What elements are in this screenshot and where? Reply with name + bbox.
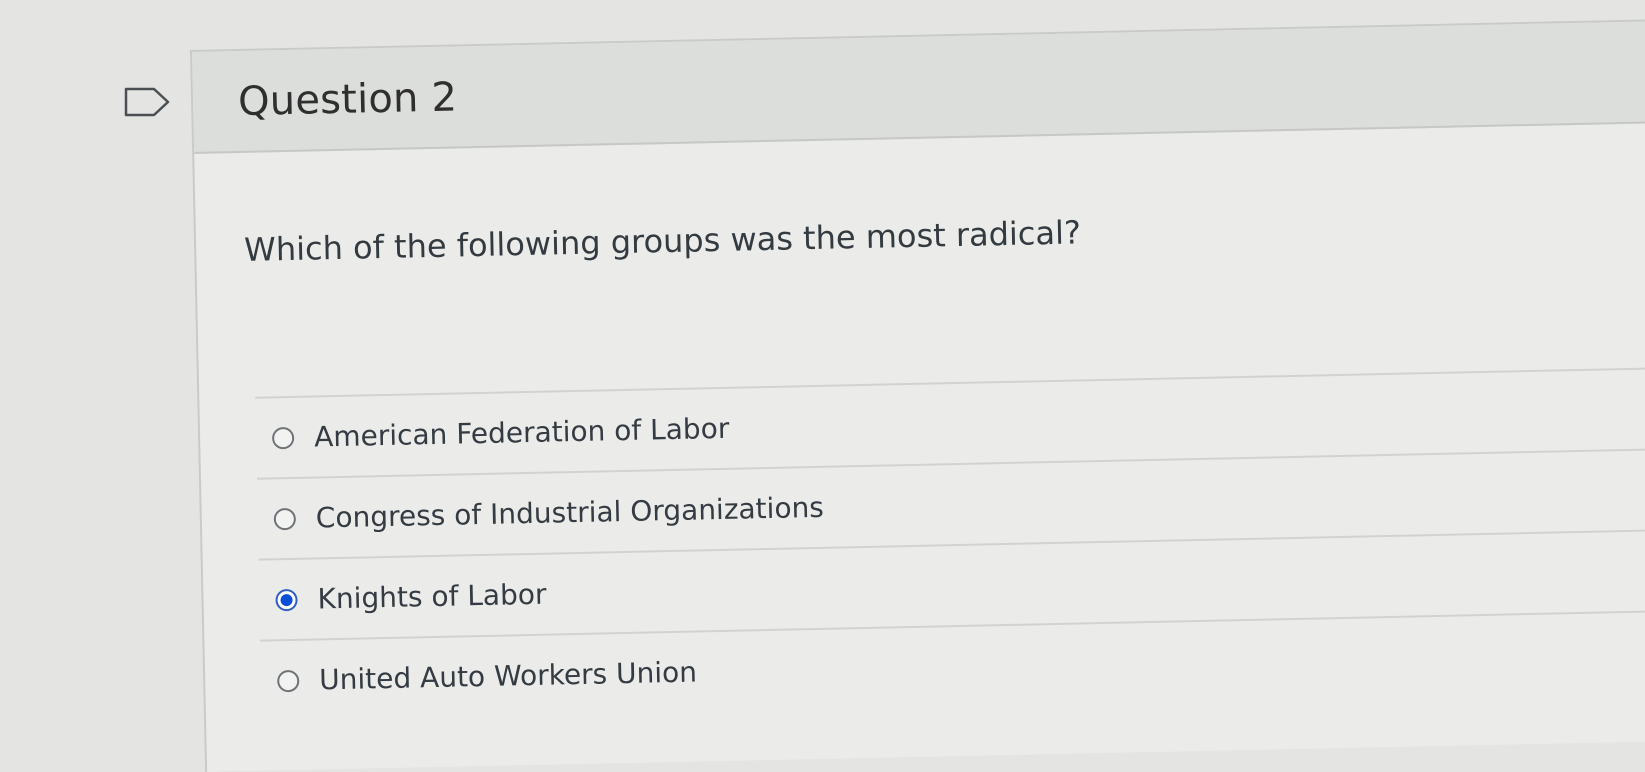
answer-list: American Federation of Labor Congress of… [255,367,1645,721]
answer-label: American Federation of Labor [313,411,730,454]
radio-button[interactable] [276,669,300,692]
radio-button-selected[interactable] [275,588,298,611]
radio-button[interactable] [271,426,295,449]
flag-question-icon[interactable] [124,86,172,120]
question-title: Question 2 [237,74,458,125]
answer-label: United Auto Workers Union [318,655,698,697]
question-header: Question 2 [192,21,1645,154]
answer-label: Knights of Labor [317,577,547,616]
radio-button[interactable] [273,507,297,530]
answer-label: Congress of Industrial Organizations [315,490,825,535]
question-card: Question 2 Which of the following groups… [190,19,1645,772]
question-text: Which of the following groups was the mo… [243,213,1082,269]
